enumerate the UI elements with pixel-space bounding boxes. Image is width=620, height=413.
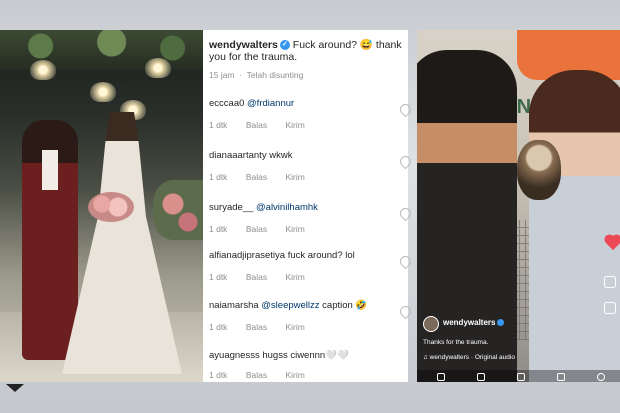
more-icon[interactable]: [604, 302, 616, 314]
reply-button[interactable]: Balas: [246, 172, 267, 182]
comment-text: suryade__ @alvinilhamhk: [209, 202, 318, 213]
comment-time: 1 dtk: [209, 120, 228, 130]
reply-button[interactable]: Balas: [246, 370, 267, 380]
wedding-photo: [0, 30, 203, 382]
reply-button[interactable]: Balas: [246, 322, 267, 332]
comment-meta: 1 dtk Balas Kirim: [209, 370, 321, 380]
comment-meta: 1 dtk Balas Kirim: [209, 172, 321, 182]
post-username[interactable]: wendywalters: [209, 39, 278, 51]
comment-text: ecccaa0 @frdiannur: [209, 98, 294, 109]
chandelier: [30, 60, 56, 80]
comment-time: 1 dtk: [209, 172, 228, 182]
video-username-text: wendywalters: [443, 318, 496, 327]
comment-text: alfianadjiprasetiya fuck around? lol: [209, 250, 355, 261]
bride-figure: [62, 112, 182, 374]
floral-garland: [0, 30, 203, 70]
chandelier: [90, 82, 116, 102]
send-button[interactable]: Kirim: [285, 370, 304, 380]
comment-time: 1 dtk: [209, 370, 228, 380]
reply-button[interactable]: Balas: [246, 120, 267, 130]
send-button[interactable]: Kirim: [285, 224, 304, 234]
comment-meta: 1 dtk Balas Kirim: [209, 120, 321, 130]
bottom-nav: [417, 370, 620, 382]
profile-icon[interactable]: [597, 373, 605, 381]
video-username[interactable]: wendywalters: [443, 318, 505, 327]
post-meta: 15 jam · Telah disunting: [209, 70, 304, 80]
comment-body: hugss ciwennn🤍🤍: [262, 350, 349, 361]
comment-user[interactable]: ecccaa0: [209, 98, 244, 109]
comment-body: fuck around? lol: [287, 250, 355, 261]
verified-icon: ✓: [279, 40, 290, 51]
comment-time: 1 dtk: [209, 224, 228, 234]
send-button[interactable]: Kirim: [285, 322, 304, 332]
verified-icon: [497, 319, 505, 327]
home-icon[interactable]: [437, 373, 445, 381]
groom-shirt: [42, 150, 58, 190]
comment-meta: 1 dtk Balas Kirim: [209, 272, 321, 282]
video-panel[interactable]: E'ON wendywalters Thanks for the trauma.…: [417, 30, 620, 382]
comment-user[interactable]: alfianadjiprasetiya: [209, 250, 285, 261]
comment-text: dianaaartanty wkwk: [209, 150, 292, 161]
comments-panel: wendywalters ✓ Fuck around? 😅 thank you f…: [203, 30, 414, 382]
comment-body: caption 🤣: [322, 300, 368, 311]
comment-user[interactable]: suryade__: [209, 202, 253, 213]
edited-label: Telah disunting: [246, 70, 304, 80]
send-button[interactable]: Kirim: [285, 172, 304, 182]
chandelier: [145, 58, 171, 78]
comment-mention[interactable]: @frdiannur: [247, 98, 294, 109]
comment-meta: 1 dtk Balas Kirim: [209, 322, 321, 332]
video-caption: Thanks for the trauma.: [423, 339, 489, 346]
comment-time: 1 dtk: [209, 322, 228, 332]
search-icon[interactable]: [477, 373, 485, 381]
shop-icon[interactable]: [557, 373, 565, 381]
comment-user[interactable]: naiamarsha: [209, 300, 259, 311]
comment-user[interactable]: ayuagnesss: [209, 350, 260, 361]
comment-body: wkwk: [269, 150, 293, 161]
send-icon[interactable]: [604, 276, 616, 288]
reels-icon[interactable]: [517, 373, 525, 381]
flower-arrangement: [153, 180, 203, 240]
send-button[interactable]: Kirim: [285, 272, 304, 282]
send-icon[interactable]: [6, 384, 24, 392]
post-caption: wendywalters ✓ Fuck around? 😅 thank you f…: [209, 38, 408, 63]
man-figure: [417, 50, 517, 382]
reply-button[interactable]: Balas: [246, 272, 267, 282]
comment-time: 1 dtk: [209, 272, 228, 282]
audio-label[interactable]: ♫ wendywalters · Original audio: [423, 354, 515, 361]
reply-button[interactable]: Balas: [246, 224, 267, 234]
send-button[interactable]: Kirim: [285, 120, 304, 130]
comment-user[interactable]: dianaaartanty: [209, 150, 267, 161]
avatar[interactable]: [423, 316, 439, 332]
post-time: 15 jam: [209, 70, 235, 80]
comment-meta: 1 dtk Balas Kirim: [209, 224, 321, 234]
comment-text: naiamarsha @sleepwellzz caption 🤣: [209, 300, 367, 311]
comment-text: ayuagnesss hugss ciwennn🤍🤍: [209, 350, 349, 361]
woman-figure: [529, 70, 620, 382]
puppy: [517, 140, 561, 200]
bouquet: [88, 192, 134, 222]
comment-mention[interactable]: @sleepwellzz: [261, 300, 319, 311]
comment-mention[interactable]: @alvinilhamhk: [256, 202, 318, 213]
